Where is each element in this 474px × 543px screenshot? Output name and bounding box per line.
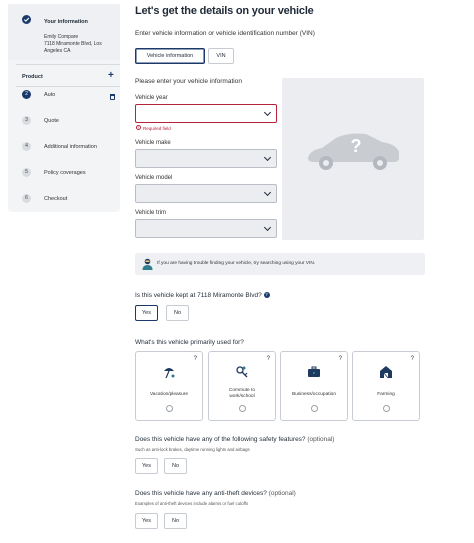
use-option-radio[interactable] [239,405,246,412]
trash-icon[interactable] [110,94,115,100]
anti-theft-question: Does this vehicle have any anti-theft de… [135,490,296,497]
use-option-commute[interactable]: ? Commute to work/school [208,351,276,421]
use-option-farming[interactable]: ? Farming [352,351,420,421]
tab-vehicle-information[interactable]: Vehicle information [135,48,205,64]
instructions-text: Please enter your vehicle information [135,78,242,85]
use-option-radio[interactable] [383,405,390,412]
help-question-icon[interactable]: ? [263,292,270,298]
use-option-label: Business/occupation [292,392,336,397]
step-quote[interactable]: Quote [44,118,59,124]
use-option-radio[interactable] [311,405,318,412]
add-product-plus-icon[interactable]: + [108,71,114,81]
safety-yes-button[interactable]: Yes [135,458,158,474]
vehicle-model-select[interactable] [135,184,277,203]
check-icon [22,15,31,24]
chevron-down-icon [263,223,272,232]
vehicle-trim-select[interactable] [135,219,277,238]
step-auto[interactable]: Auto [44,92,55,98]
theft-yes-button[interactable]: Yes [135,513,158,529]
vehicle-make-label: Vehicle make [135,140,171,146]
safety-question-text: Does this vehicle have any of the follow… [135,436,306,443]
primary-use-question: What's this vehicle primarily used for? [135,339,244,346]
vehicle-trim-label: Vehicle trim [135,210,167,216]
step-number-additional-information: 4 [22,142,31,151]
vehicle-year-select[interactable] [135,104,277,123]
kept-at-address-question: Is this vehicle kept at 7118 Miramonte B… [135,292,270,299]
help-question-icon[interactable]: ? [267,356,270,362]
briefcase-icon [308,366,320,377]
kept-yes-button[interactable]: Yes [135,305,158,321]
anti-theft-examples: Examples of anti-theft devices include a… [135,501,249,506]
help-question-icon[interactable]: ? [411,356,414,362]
step-policy-coverages[interactable]: Policy coverages [44,170,86,176]
beach-umbrella-icon [164,368,175,379]
use-option-vacation[interactable]: ? Vacation/pleasure [135,351,203,421]
step-additional-information[interactable]: Additional information [44,144,97,150]
kept-question-text: Is this vehicle kept at 7118 Miramonte B… [135,292,262,299]
use-option-label-line2: work/school [229,394,255,399]
keys-icon [236,366,248,378]
person-help-icon [142,258,153,270]
customer-address-line2: Angeles CA [44,48,71,54]
kept-no-button[interactable]: No [166,305,189,321]
vehicle-image-placeholder: ? [282,78,424,240]
step-number-checkout: 6 [22,194,31,203]
divider [16,86,120,87]
safety-no-button[interactable]: No [164,458,187,474]
theft-no-button[interactable]: No [164,513,187,529]
step-number-auto: 2 [22,90,31,99]
help-question-icon[interactable]: ? [194,356,197,362]
vin-help-banner: If you are having trouble finding your v… [135,253,425,275]
use-option-label: Farming [377,392,395,397]
help-question-icon[interactable]: ? [339,356,342,362]
progress-sidebar: Your information Emily Compare 7118 Mira… [8,4,120,212]
vin-help-text: If you are having trouble finding your v… [157,261,316,266]
your-information-title: Your information [44,19,88,25]
tab-vin[interactable]: VIN [208,48,234,64]
chevron-down-icon [263,108,272,117]
error-icon: ! [136,125,141,130]
customer-address-line1: 7118 Miramonte Blvd, Los [44,41,102,47]
divider [16,64,120,65]
barn-icon [380,366,392,379]
step-number-policy-coverages: 5 [22,168,31,177]
use-option-business[interactable]: ? Business/occupation [280,351,348,421]
customer-name: Emily Compare [44,34,79,40]
your-information-card[interactable]: Your information Emily Compare 7118 Mira… [8,4,120,60]
optional-label: (optional) [307,436,335,443]
safety-features-examples: Such as anti-lock brakes, daytime runnin… [135,447,250,452]
page-title: Let's get the details on your vehicle [135,5,314,17]
intro-text: Enter vehicle information or vehicle ide… [135,30,315,37]
theft-question-text: Does this vehicle have any anti-theft de… [135,490,267,497]
vehicle-model-label: Vehicle model [135,175,173,181]
product-label: Product [22,74,43,80]
required-field-error: Required field [143,126,171,131]
svg-text:?: ? [351,136,362,156]
safety-features-question: Does this vehicle have any of the follow… [135,436,334,443]
use-option-label: Vacation/pleasure [149,392,189,397]
vehicle-make-select[interactable] [135,149,277,168]
use-option-radio[interactable] [166,405,173,412]
step-number-quote: 3 [22,116,31,125]
optional-label: (optional) [268,490,296,497]
chevron-down-icon [263,153,272,162]
car-placeholder-icon: ? [308,133,399,170]
step-checkout[interactable]: Checkout [44,196,67,202]
chevron-down-icon [263,188,272,197]
vehicle-year-label: Vehicle year [135,95,168,101]
